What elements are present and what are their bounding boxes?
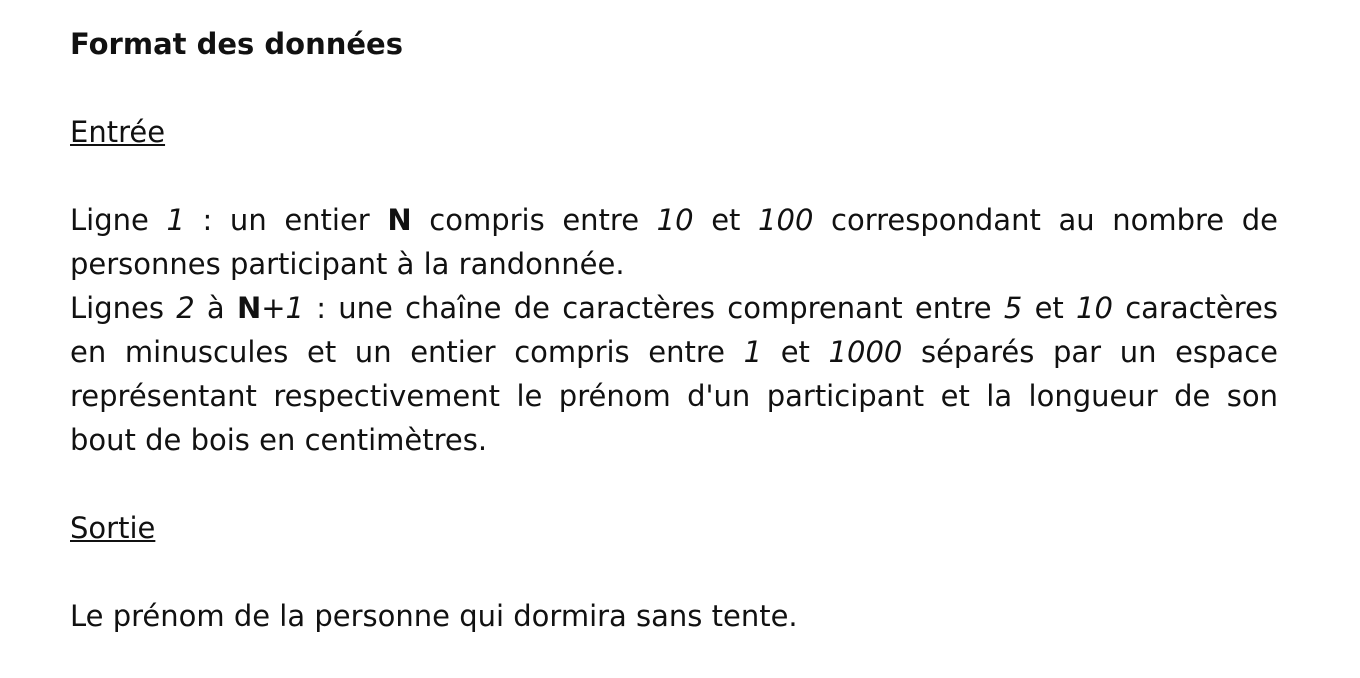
line-number: 1 (285, 291, 304, 325)
output-description: Le prénom de la personne qui dormira san… (70, 599, 798, 633)
text-segment: Ligne (70, 203, 167, 237)
max-chars: 10 (1076, 291, 1113, 325)
plus-sign: + (261, 291, 286, 325)
variable-n: N (236, 291, 262, 325)
line-number: 1 (166, 203, 185, 237)
text-segment: et (762, 335, 829, 369)
min-chars: 5 (1003, 291, 1023, 325)
text-segment: : un entier (184, 203, 388, 237)
text-segment: Lignes (70, 291, 177, 325)
min-length: 1 (743, 335, 763, 369)
document-content: Format des données Entrée Ligne 1 : un e… (70, 22, 1278, 638)
text-segment: à (194, 291, 237, 325)
input-lines-2-description: Lignes 2 à N+1 : une chaîne de caractère… (70, 286, 1278, 462)
variable-n: N (387, 203, 412, 237)
text-segment: et (1022, 291, 1077, 325)
input-line-1-description: Ligne 1 : un entier N compris entre 10 e… (70, 198, 1278, 286)
text-segment: et (693, 203, 759, 237)
max-value: 100 (758, 203, 814, 237)
max-length: 1000 (828, 335, 903, 369)
line-number: 2 (176, 291, 195, 325)
min-value: 10 (656, 203, 694, 237)
text-segment: compris entre (411, 203, 657, 237)
page-title: Format des données (70, 27, 403, 61)
output-heading: Sortie (70, 511, 156, 545)
document-page: Format des données Entrée Ligne 1 : un e… (0, 0, 1360, 678)
text-segment: : une chaîne de caractères comprenant en… (303, 291, 1004, 325)
input-heading: Entrée (70, 115, 166, 149)
